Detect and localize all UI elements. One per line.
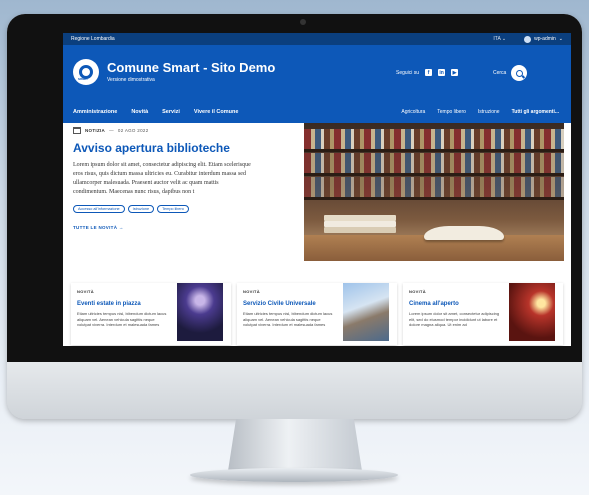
tag-chip[interactable]: Accesso all'informazione bbox=[73, 205, 125, 213]
site-subtitle: Versione dimostrativa bbox=[107, 77, 155, 83]
language-selector[interactable]: ITA ⌄ bbox=[493, 36, 506, 42]
news-card[interactable]: NOVITÀ Eventi estate in piazza Etiam ult… bbox=[71, 283, 231, 345]
top-bar: Regione Lombardia ITA ⌄ wp-admin ⌄ bbox=[63, 33, 571, 45]
nav-item-istruzione[interactable]: Istruzione bbox=[478, 109, 500, 115]
main-nav: Amministrazione Novità Servizi Vivere il… bbox=[73, 109, 238, 115]
monitor-stand-neck bbox=[228, 419, 362, 471]
news-kind: NOTIZIA bbox=[85, 128, 106, 133]
monitor-stand-base bbox=[190, 468, 398, 482]
tag-chip[interactable]: Istruzione bbox=[127, 205, 155, 213]
user-menu[interactable]: wp-admin ⌄ bbox=[524, 35, 563, 43]
avatar-icon bbox=[524, 35, 532, 43]
card-text: Etiam ultricies tempus nisl, bibendum di… bbox=[243, 311, 333, 327]
nav-item-agricoltura[interactable]: Agricoltura bbox=[401, 109, 425, 115]
card-title[interactable]: Servizio Civile Universale bbox=[243, 301, 338, 307]
news-title[interactable]: Avviso apertura biblioteche bbox=[73, 141, 293, 155]
featured-news: NOTIZIA — 02 AGO 2022 Avviso apertura bi… bbox=[63, 123, 571, 263]
region-link[interactable]: Regione Lombardia bbox=[71, 36, 115, 42]
youtube-icon[interactable]: ▶ bbox=[451, 69, 459, 76]
logo-word: smart bbox=[78, 77, 88, 81]
card-image bbox=[343, 283, 389, 341]
news-card[interactable]: NOVITÀ Servizio Civile Universale Etiam … bbox=[237, 283, 397, 345]
calendar-icon bbox=[73, 127, 81, 134]
tag-chip[interactable]: Tempo libero bbox=[157, 205, 189, 213]
news-meta: NOTIZIA — 02 AGO 2022 bbox=[73, 127, 293, 134]
card-image bbox=[177, 283, 223, 341]
card-text: Etiam ultricies tempus nisl, bibendum di… bbox=[77, 311, 167, 327]
site-header: smart Comune Smart - Sito Demo Versione … bbox=[63, 45, 571, 123]
card-text: Lorem ipsum dolor sit amet, consectetur … bbox=[409, 311, 500, 327]
follow-label: Seguici su bbox=[396, 69, 420, 76]
card-kind: NOVITÀ bbox=[409, 289, 426, 294]
nav-item-vivere-il-comune[interactable]: Vivere il Comune bbox=[194, 109, 239, 115]
meta-separator: — bbox=[109, 128, 114, 133]
nav-item-all-topics[interactable]: Tutti gli argomenti... bbox=[512, 109, 559, 115]
nav-item-tempo-libero[interactable]: Tempo libero bbox=[437, 109, 466, 115]
search-icon bbox=[515, 69, 523, 77]
site-logo[interactable] bbox=[73, 59, 99, 85]
all-news-link[interactable]: TUTTE LE NOVITÀ → bbox=[73, 225, 293, 230]
monitor-chin bbox=[7, 362, 582, 419]
library-image bbox=[304, 123, 564, 261]
card-kind: NOVITÀ bbox=[77, 289, 94, 294]
chevron-down-icon: ⌄ bbox=[558, 36, 563, 42]
topics-nav: Agricoltura Tempo libero Istruzione Tutt… bbox=[401, 109, 559, 115]
card-kind: NOVITÀ bbox=[243, 289, 260, 294]
news-cards: NOVITÀ Eventi estate in piazza Etiam ult… bbox=[71, 283, 563, 345]
user-name: wp-admin bbox=[534, 36, 556, 42]
facebook-icon[interactable]: f bbox=[425, 69, 433, 76]
chevron-down-icon: ⌄ bbox=[501, 36, 507, 42]
search-label: Cerca bbox=[493, 70, 507, 76]
news-date: 02 AGO 2022 bbox=[117, 128, 149, 133]
search[interactable]: Cerca bbox=[493, 65, 528, 81]
site-title[interactable]: Comune Smart - Sito Demo bbox=[107, 60, 275, 75]
camera-dot bbox=[300, 19, 306, 25]
nav-item-servizi[interactable]: Servizi bbox=[162, 109, 180, 115]
nav-item-novita[interactable]: Novità bbox=[131, 109, 148, 115]
card-image bbox=[509, 283, 555, 341]
featured-news-text: NOTIZIA — 02 AGO 2022 Avviso apertura bi… bbox=[73, 127, 293, 230]
search-button[interactable] bbox=[511, 65, 528, 81]
nav-item-amministrazione[interactable]: Amministrazione bbox=[73, 109, 117, 115]
linkedin-icon[interactable]: in bbox=[438, 69, 446, 76]
news-lead: Lorem ipsum dolor sit amet, consectetur … bbox=[73, 162, 251, 195]
arrow-right-icon: → bbox=[118, 225, 124, 230]
screen: Regione Lombardia ITA ⌄ wp-admin ⌄ smart… bbox=[63, 33, 571, 346]
news-card[interactable]: NOVITÀ Cinema all'aperto Lorem ipsum dol… bbox=[403, 283, 563, 345]
card-title[interactable]: Cinema all'aperto bbox=[409, 301, 504, 307]
social-links: Seguici su f in ▶ bbox=[396, 69, 459, 76]
tag-list: Accesso all'informazione Istruzione Temp… bbox=[73, 205, 213, 213]
card-title[interactable]: Eventi estate in piazza bbox=[77, 301, 172, 307]
